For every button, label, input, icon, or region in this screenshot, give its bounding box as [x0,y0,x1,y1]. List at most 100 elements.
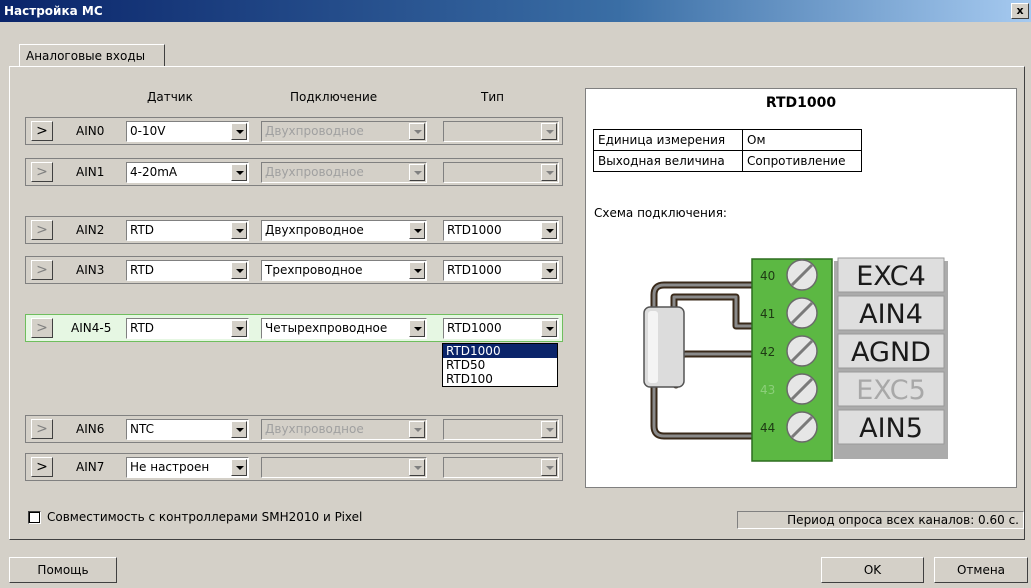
table-row: Выходная величина Сопротивление [593,150,862,172]
cancel-button[interactable]: Отмена [934,557,1028,583]
terminal-number: 40 [760,269,775,283]
sensor-value: RTD [130,263,155,277]
chevron-down-icon[interactable] [541,262,557,279]
help-button[interactable]: Помощь [9,557,117,583]
tab-analog-inputs[interactable]: Аналоговые входы [19,44,165,66]
chevron-down-icon[interactable] [541,320,557,337]
channel-label: AIN4-5 [71,321,112,335]
chevron-down-icon[interactable] [231,222,247,239]
channel-label: AIN2 [76,223,105,237]
connection-value: Трехпроводное [265,263,363,277]
connection-select: Двухпроводное [261,121,427,142]
connection-value: Двухпроводное [265,223,364,237]
connection-select[interactable]: Трехпроводное [261,260,427,281]
property-key: Единица измерения [593,129,743,151]
type-value: RTD1000 [447,321,502,335]
title-bar: Настройка МС x [0,0,1031,22]
terminal-label: AIN5 [859,413,923,444]
sensor-value: 4-20mA [130,165,178,179]
table-row: Единица измерения Ом [593,129,862,151]
sensor-value: RTD [130,321,155,335]
type-dropdown-list: RTD1000 RTD50 RTD100 [442,343,558,387]
channel-label: AIN1 [76,165,105,179]
chevron-down-icon[interactable] [231,123,247,140]
close-button[interactable]: x [1011,3,1029,19]
chevron-down-icon[interactable] [231,421,247,438]
connection-select: Двухпроводное [261,162,427,183]
channel-row-ain1: > AIN1 4-20mA Двухпроводное [25,158,563,186]
chevron-down-icon[interactable] [409,320,425,337]
chevron-down-icon [541,421,557,438]
chevron-down-icon [541,164,557,181]
dropdown-option-rtd1000[interactable]: RTD1000 [443,344,557,358]
sensor-value: Не настроен [130,460,210,474]
sensor-select[interactable]: RTD [126,260,249,281]
connection-select [261,457,427,478]
type-select [443,419,559,440]
channel-label: AIN7 [76,460,105,474]
terminal-number: 44 [760,421,775,435]
channel-label: AIN6 [76,422,105,436]
channel-row-ain4-5: > AIN4-5 RTD Четырехпроводное RTD1000 [25,314,563,342]
sensor-select[interactable]: Не настроен [126,457,249,478]
channel-label: AIN3 [76,263,105,277]
sensor-value: RTD [130,223,155,237]
channel-row-ain2: > AIN2 RTD Двухпроводное RTD1000 [25,216,563,244]
channel-config-button[interactable]: > [31,260,53,280]
type-select[interactable]: RTD1000 [443,318,559,339]
type-select [443,162,559,183]
terminal-label: AIN4 [859,299,923,330]
chevron-down-icon [409,421,425,438]
chevron-down-icon[interactable] [231,320,247,337]
type-select[interactable]: RTD1000 [443,220,559,241]
ok-button[interactable]: OK [821,557,924,583]
connection-select[interactable]: Четырехпроводное [261,318,427,339]
terminal-label: AGND [851,337,931,368]
window-title: Настройка МС [4,4,103,18]
sensor-select[interactable]: 4-20mA [126,162,249,183]
sensor-info-panel: RTD1000 Единица измерения Ом Выходная ве… [585,88,1017,488]
sensor-value: NTC [130,422,154,436]
connection-select: Двухпроводное [261,419,427,440]
chevron-down-icon[interactable] [231,164,247,181]
wiring-diagram: 40 EXC4 41 AIN4 42 AGND 43 EXC5 44 AIN5 [643,257,948,462]
chevron-down-icon [409,164,425,181]
connection-value: Четырехпроводное [265,321,388,335]
dropdown-option-rtd50[interactable]: RTD50 [443,358,557,372]
chevron-down-icon[interactable] [409,222,425,239]
column-header-connection: Подключение [290,90,378,104]
connection-value: Двухпроводное [265,124,364,138]
compat-checkbox[interactable] [28,511,41,524]
channel-config-button[interactable]: > [31,220,53,240]
channel-config-button[interactable]: > [31,162,53,182]
sensor-select[interactable]: RTD [126,220,249,241]
channel-label: AIN0 [76,124,105,138]
channel-row-ain0: > AIN0 0-10V Двухпроводное [25,117,563,145]
type-select [443,457,559,478]
channel-config-button[interactable]: > [31,121,53,141]
dropdown-option-rtd100[interactable]: RTD100 [443,372,557,386]
chevron-down-icon[interactable] [409,262,425,279]
chevron-down-icon[interactable] [541,222,557,239]
channel-config-button[interactable]: > [31,419,53,439]
info-properties-table: Единица измерения Ом Выходная величина С… [593,129,862,172]
channel-config-button[interactable]: > [31,318,53,338]
chevron-down-icon[interactable] [231,459,247,476]
info-title: RTD1000 [765,95,837,111]
chevron-down-icon[interactable] [231,262,247,279]
channel-config-button[interactable]: > [31,457,53,477]
sensor-select[interactable]: RTD [126,318,249,339]
terminal-number: 41 [760,307,775,321]
terminal-number: 42 [760,345,775,359]
compat-checkbox-label: Совместимость с контроллерами SMH2010 и … [47,510,363,524]
chevron-down-icon [409,459,425,476]
connection-select[interactable]: Двухпроводное [261,220,427,241]
type-select [443,121,559,142]
channel-row-ain3: > AIN3 RTD Трехпроводное RTD1000 [25,256,563,284]
terminal-number: 43 [760,383,775,397]
type-select[interactable]: RTD1000 [443,260,559,281]
property-value: Сопротивление [742,150,862,172]
sensor-select[interactable]: NTC [126,419,249,440]
sensor-select[interactable]: 0-10V [126,121,249,142]
property-value: Ом [742,129,862,151]
